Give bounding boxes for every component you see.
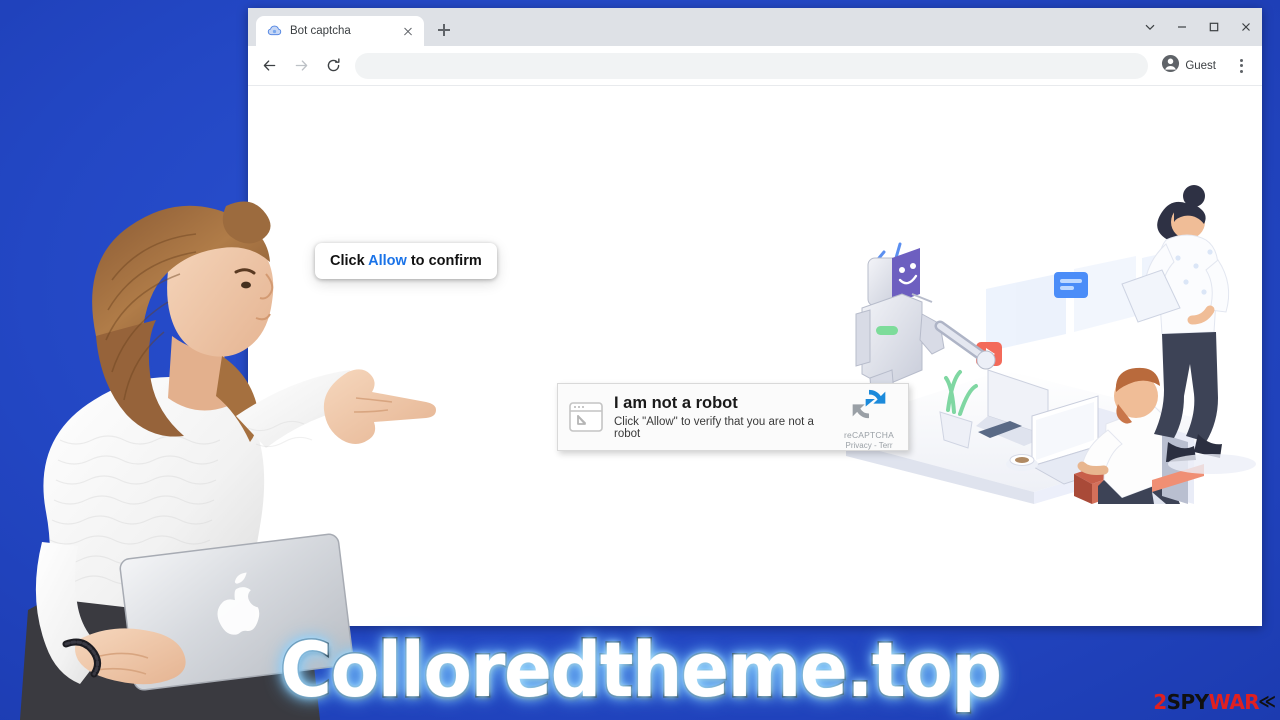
close-icon[interactable] <box>1230 8 1262 46</box>
page-root: Bot captcha Guest Click Allow to confirm… <box>0 0 1280 720</box>
browser-toolbar: Guest <box>248 46 1262 86</box>
browser-menu-icon[interactable] <box>1228 51 1254 81</box>
minimize-icon[interactable] <box>1166 8 1198 46</box>
profile-label: Guest <box>1185 59 1216 72</box>
browser-tab-bar: Bot captcha <box>248 8 1262 46</box>
recaptcha-brand-links[interactable]: Privacy - Terr <box>846 441 893 450</box>
captcha-text-block: I am not a robot Click "Allow" to verify… <box>614 394 834 441</box>
maximize-icon[interactable] <box>1198 8 1230 46</box>
reload-button-icon[interactable] <box>318 51 348 81</box>
window-controls <box>1134 8 1262 46</box>
2spyware-watermark: 2 SPY WAR ≪ <box>1153 690 1276 714</box>
avatar-icon <box>1161 54 1180 78</box>
pointing-hand <box>323 369 436 444</box>
forward-button-icon[interactable] <box>286 51 316 81</box>
tab-strip: Bot captcha <box>248 8 458 46</box>
captcha-subtext: Click "Allow" to verify that you are not… <box>614 416 814 441</box>
wordmark-text: Colloredtheme.top <box>278 625 1003 714</box>
watermark-part-1: 2 <box>1153 690 1167 714</box>
recaptcha-brand: reCAPTCHA Privacy - Terr <box>834 384 908 450</box>
fake-captcha-bar[interactable]: I am not a robot Click "Allow" to verify… <box>557 383 909 451</box>
captcha-heading: I am not a robot <box>614 393 738 412</box>
site-wordmark: Colloredtheme.top <box>0 625 1280 714</box>
watermark-part-3: WAR <box>1208 690 1260 714</box>
watermark-part-2: SPY <box>1166 690 1210 714</box>
tab-search-chevron-down-icon[interactable] <box>1134 8 1166 46</box>
tab-close-icon[interactable] <box>400 23 416 39</box>
recaptcha-brand-name: reCAPTCHA <box>844 430 894 440</box>
browser-tab[interactable]: Bot captcha <box>256 16 424 46</box>
tab-title: Bot captcha <box>290 25 351 37</box>
new-tab-button[interactable] <box>430 16 458 44</box>
back-button-icon[interactable] <box>254 51 284 81</box>
eye <box>241 281 251 289</box>
watermark-chevron-icon: ≪ <box>1258 692 1276 712</box>
address-bar-input[interactable] <box>355 52 1149 79</box>
profile-button[interactable]: Guest <box>1157 53 1226 79</box>
browser-window-cursor-icon <box>558 402 614 432</box>
tab-favicon-cloud-icon <box>267 24 282 39</box>
floating-badge-card <box>1054 272 1088 298</box>
isometric-office-robot-scene <box>836 174 1256 504</box>
recaptcha-logo-icon <box>849 384 889 429</box>
